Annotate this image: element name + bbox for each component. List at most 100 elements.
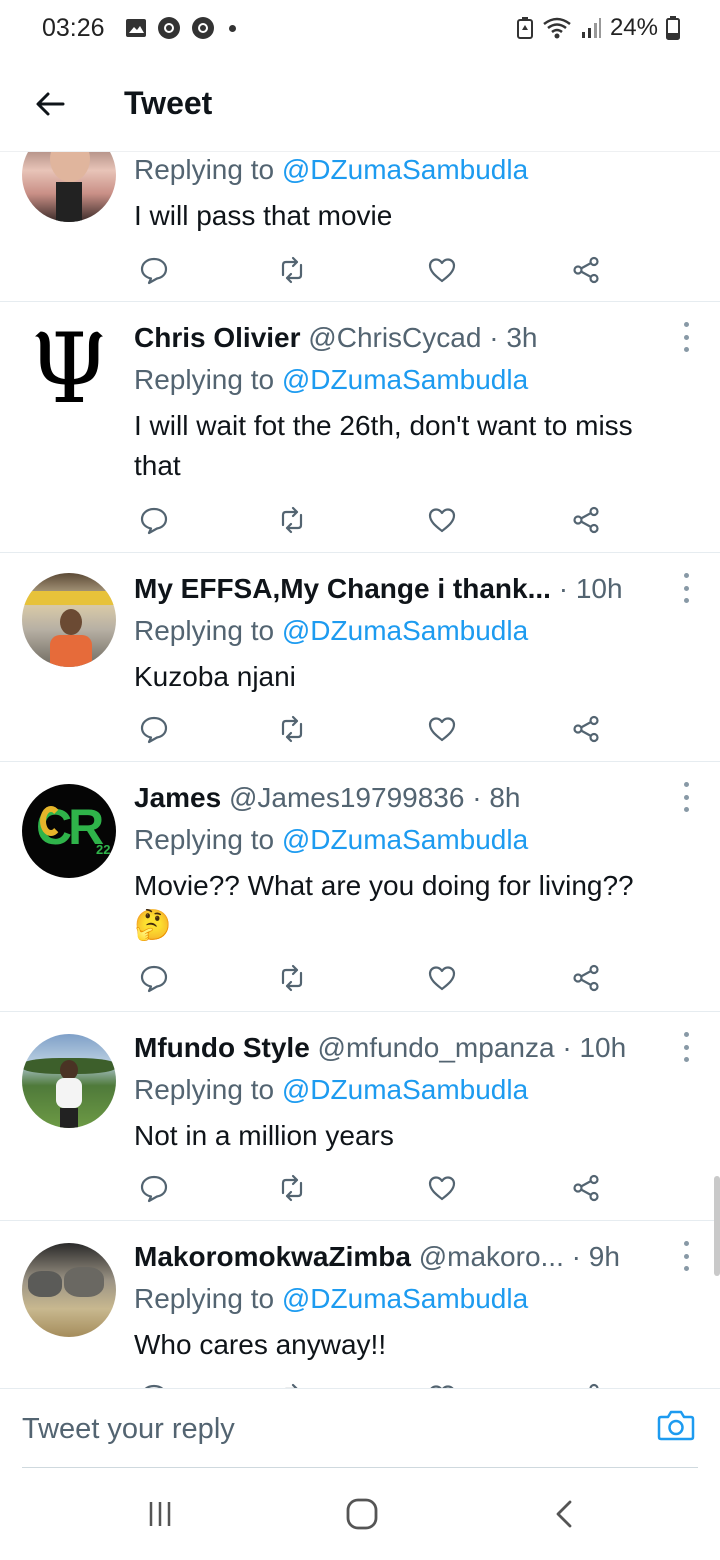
retweet-icon (281, 1174, 303, 1202)
author-name[interactable]: My EFFSA,My Change i thank... (134, 573, 551, 604)
tweet-actions (134, 250, 614, 290)
reply-feed[interactable]: Replying to @DZumaSambudla I will pass t… (0, 152, 720, 1388)
retweet-button[interactable] (272, 709, 312, 749)
tweet[interactable]: Mfundo Style @mfundo_mpanza · 10h Replyi… (0, 1012, 720, 1221)
reply-icon (140, 507, 168, 535)
gallery-notification-icon (125, 18, 147, 38)
retweet-button[interactable] (272, 1377, 312, 1388)
replying-to-handle[interactable]: @DZumaSambudla (282, 615, 528, 646)
back-button[interactable] (20, 74, 80, 134)
more-options-button[interactable] (680, 573, 692, 603)
system-back-button[interactable] (534, 1484, 594, 1544)
page-title: Tweet (124, 85, 213, 121)
scrollbar-thumb[interactable] (714, 1176, 720, 1276)
reply-icon (140, 1175, 168, 1203)
more-options-button[interactable] (680, 782, 692, 812)
tweet[interactable]: MakoromokwaZimba @makoro... · 9h Replyin… (0, 1221, 720, 1388)
back-arrow-icon (36, 92, 65, 115)
retweet-button[interactable] (272, 500, 312, 540)
tweet-time: · 10h (562, 1032, 627, 1063)
recents-button[interactable] (130, 1484, 190, 1544)
avatar[interactable] (22, 152, 116, 222)
camera-icon (657, 1410, 695, 1441)
retweet-button[interactable] (272, 250, 312, 290)
reply-button[interactable] (134, 709, 174, 749)
retweet-icon (281, 715, 303, 743)
replying-to-line: Replying to @DZumaSambudla (134, 1072, 528, 1108)
author-name[interactable]: Chris Olivier (134, 322, 301, 353)
reply-button[interactable] (134, 250, 174, 290)
thinking-face-emoji: 🤔 (134, 909, 172, 942)
avatar[interactable] (22, 1243, 116, 1337)
share-icon (573, 715, 599, 743)
camera-button[interactable] (656, 1405, 696, 1445)
author-handle[interactable]: @James19799836 (229, 782, 464, 813)
tweet-text: Movie?? What are you doing for living?? (134, 870, 634, 901)
signal-icon (580, 17, 602, 39)
more-options-button[interactable] (680, 322, 692, 352)
replying-to-handle[interactable]: @DZumaSambudla (282, 1283, 528, 1314)
replying-to-handle[interactable]: @DZumaSambudla (282, 824, 528, 855)
replying-to-label: Replying to (134, 1074, 282, 1105)
like-icon (428, 508, 456, 533)
retweet-button[interactable] (272, 958, 312, 998)
reply-input[interactable] (22, 1403, 622, 1455)
tweet[interactable]: My EFFSA,My Change i thank... · 10h Repl… (0, 553, 720, 762)
share-button[interactable] (566, 958, 606, 998)
tweet-text: Not in a million years (134, 1120, 394, 1151)
tweet-actions (134, 1377, 614, 1388)
replying-to-label: Replying to (134, 1283, 282, 1314)
wifi-icon (542, 16, 572, 40)
avatar[interactable] (22, 1034, 116, 1128)
reply-button[interactable] (134, 500, 174, 540)
like-button[interactable] (422, 250, 462, 290)
tweet-actions (134, 1168, 614, 1208)
recents-icon (149, 1502, 171, 1526)
avatar[interactable] (22, 573, 116, 667)
back-icon (556, 1500, 572, 1528)
more-options-button[interactable] (680, 1241, 692, 1271)
reply-icon (140, 716, 168, 744)
share-button[interactable] (566, 250, 606, 290)
author-handle[interactable]: @mfundo_mpanza (318, 1032, 555, 1063)
share-button[interactable] (566, 1377, 606, 1388)
author-name[interactable]: James (134, 782, 221, 813)
tweet-time: · 9h (571, 1241, 620, 1272)
like-button[interactable] (422, 958, 462, 998)
tweet[interactable]: Ψ Chris Olivier @ChrisCycad · 3h Replyin… (0, 302, 720, 553)
reply-button[interactable] (134, 1168, 174, 1208)
like-icon (428, 717, 456, 742)
tweet-time: · 10h (558, 573, 623, 604)
reply-button[interactable] (134, 958, 174, 998)
share-icon (573, 1174, 599, 1202)
like-button[interactable] (422, 709, 462, 749)
share-icon (573, 256, 599, 284)
home-icon (346, 1498, 378, 1530)
share-button[interactable] (566, 709, 606, 749)
avatar[interactable]: Ψ (22, 322, 116, 416)
tweet-actions (134, 500, 614, 540)
tweet[interactable]: CR 22 James @James19799836 · 8h Replying… (0, 762, 720, 1012)
author-handle[interactable]: @ChrisCycad (308, 322, 481, 353)
home-button[interactable] (332, 1484, 392, 1544)
reply-button[interactable] (134, 1377, 174, 1388)
avatar[interactable]: CR 22 (22, 784, 116, 878)
author-handle[interactable]: @makoro... (419, 1241, 564, 1272)
tweet[interactable]: Replying to @DZumaSambudla I will pass t… (0, 152, 720, 302)
author-name[interactable]: Mfundo Style (134, 1032, 310, 1063)
more-notifications-dot-icon (228, 24, 236, 32)
like-icon (428, 1176, 456, 1201)
replying-to-handle[interactable]: @DZumaSambudla (282, 154, 528, 185)
like-button[interactable] (422, 1168, 462, 1208)
more-options-button[interactable] (680, 1032, 692, 1062)
replying-to-handle[interactable]: @DZumaSambudla (282, 364, 528, 395)
like-button[interactable] (422, 500, 462, 540)
author-name[interactable]: MakoromokwaZimba (134, 1241, 411, 1272)
retweet-button[interactable] (272, 1168, 312, 1208)
tweet-actions (134, 709, 614, 749)
tweet-time: · 8h (472, 782, 521, 813)
share-button[interactable] (566, 500, 606, 540)
replying-to-handle[interactable]: @DZumaSambudla (282, 1074, 528, 1105)
like-button[interactable] (422, 1377, 462, 1388)
share-button[interactable] (566, 1168, 606, 1208)
